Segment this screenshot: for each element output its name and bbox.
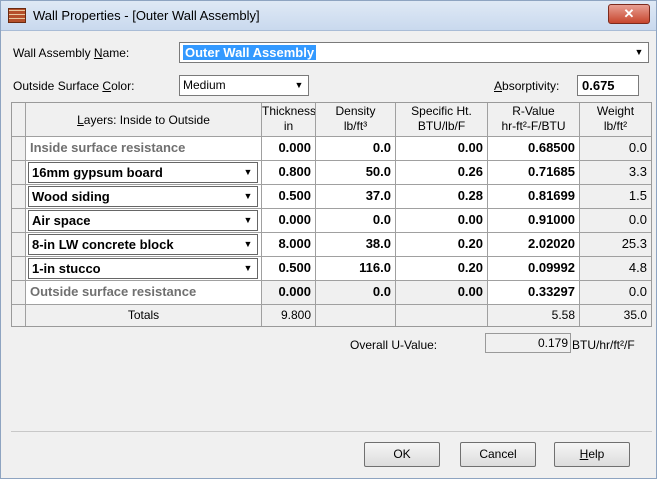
density-cell: 0.0 <box>316 281 396 305</box>
surface-color-value: Medium <box>183 78 226 92</box>
divider <box>11 431 652 432</box>
weight-cell: 3.3 <box>580 161 651 185</box>
weight-cell: 0.0 <box>580 281 651 305</box>
cancel-button[interactable]: Cancel <box>460 442 536 467</box>
chevron-down-icon[interactable]: ▼ <box>240 236 256 253</box>
chevron-down-icon[interactable]: ▼ <box>240 260 256 277</box>
totals-label: Totals <box>26 305 262 326</box>
r-value-cell[interactable]: 0.09992 <box>488 257 580 281</box>
assembly-name-combobox[interactable]: Outer Wall Assembly ▼ <box>179 42 649 63</box>
layer-select[interactable]: Wood siding ▼ <box>28 186 258 207</box>
u-value-unit: BTU/hr/ft²/F <box>572 338 635 352</box>
header-r-value: R-Value hr-ft²-F/BTU <box>488 103 580 137</box>
surface-color-select[interactable]: Medium ▼ <box>179 75 309 96</box>
header-thickness: Thickness in <box>262 103 316 137</box>
specific-heat-cell[interactable]: 0.00 <box>396 137 488 161</box>
layer-cell: Wood siding ▼ <box>26 185 262 209</box>
row-selector[interactable] <box>12 161 26 185</box>
layer-select[interactable]: 1-in stucco ▼ <box>28 258 258 279</box>
layer-cell: 8-in LW concrete block ▼ <box>26 233 262 257</box>
chevron-down-icon[interactable]: ▼ <box>631 44 647 61</box>
layer-cell: 1-in stucco ▼ <box>26 257 262 281</box>
wall-properties-window: Wall Properties - [Outer Wall Assembly] … <box>0 0 657 479</box>
r-value-cell[interactable]: 2.02020 <box>488 233 580 257</box>
thickness-cell[interactable]: 0.800 <box>262 161 316 185</box>
thickness-cell[interactable]: 0.500 <box>262 185 316 209</box>
chevron-down-icon[interactable]: ▼ <box>240 164 256 181</box>
surface-color-label: Outside Surface Color: <box>13 79 135 93</box>
r-value-cell[interactable]: 0.71685 <box>488 161 580 185</box>
density-cell[interactable]: 0.0 <box>316 209 396 233</box>
row-selector <box>12 305 26 326</box>
chevron-down-icon[interactable]: ▼ <box>240 212 256 229</box>
r-value-cell[interactable]: 0.33297 <box>488 281 580 305</box>
layer-cell: Air space ▼ <box>26 209 262 233</box>
row-selector[interactable] <box>12 281 26 305</box>
layer-name-inside: Inside surface resistance <box>26 137 262 161</box>
density-cell[interactable]: 116.0 <box>316 257 396 281</box>
totals-weight: 35.0 <box>580 305 651 326</box>
layer-cell: 16mm gypsum board ▼ <box>26 161 262 185</box>
density-cell[interactable]: 37.0 <box>316 185 396 209</box>
close-button[interactable]: ✕ <box>608 4 650 24</box>
totals-specific-heat <box>396 305 488 326</box>
totals-density <box>316 305 396 326</box>
row-selector[interactable] <box>12 185 26 209</box>
u-value-label: Overall U-Value: <box>350 338 438 352</box>
layer-name-outside: Outside surface resistance <box>26 281 262 305</box>
r-value-cell[interactable]: 0.68500 <box>488 137 580 161</box>
title-bar[interactable]: Wall Properties - [Outer Wall Assembly] … <box>1 1 656 31</box>
specific-heat-cell: 0.00 <box>396 281 488 305</box>
absorptivity-label: Absorptivity: <box>494 79 560 93</box>
layer-select[interactable]: Air space ▼ <box>28 210 258 231</box>
row-header-corner <box>12 103 26 137</box>
weight-cell: 1.5 <box>580 185 651 209</box>
specific-heat-cell[interactable]: 0.28 <box>396 185 488 209</box>
header-layers: Layers: Inside to Outside <box>26 103 262 137</box>
weight-cell: 4.8 <box>580 257 651 281</box>
thickness-cell[interactable]: 0.000 <box>262 209 316 233</box>
totals-thickness: 9.800 <box>262 305 316 326</box>
row-selector[interactable] <box>12 233 26 257</box>
thickness-cell[interactable]: 8.000 <box>262 233 316 257</box>
chevron-down-icon[interactable]: ▼ <box>291 77 307 94</box>
window-title: Wall Properties - [Outer Wall Assembly] <box>33 8 260 23</box>
header-specific-heat: Specific Ht. BTU/lb/F <box>396 103 488 137</box>
r-value-cell[interactable]: 0.91000 <box>488 209 580 233</box>
thickness-cell: 0.000 <box>262 281 316 305</box>
weight-cell: 0.0 <box>580 137 651 161</box>
assembly-name-value: Outer Wall Assembly <box>183 45 317 60</box>
assembly-name-label: Wall Assembly Name: <box>13 46 130 60</box>
row-selector[interactable] <box>12 257 26 281</box>
help-button[interactable]: Help <box>554 442 630 467</box>
layer-select[interactable]: 8-in LW concrete block ▼ <box>28 234 258 255</box>
ok-button[interactable]: OK <box>364 442 440 467</box>
chevron-down-icon[interactable]: ▼ <box>240 188 256 205</box>
specific-heat-cell[interactable]: 0.20 <box>396 233 488 257</box>
row-selector[interactable] <box>12 137 26 161</box>
thickness-cell[interactable]: 0.500 <box>262 257 316 281</box>
header-density: Density lb/ft³ <box>316 103 396 137</box>
weight-cell: 0.0 <box>580 209 651 233</box>
row-selector[interactable] <box>12 209 26 233</box>
header-weight: Weight lb/ft² <box>580 103 651 137</box>
layer-select[interactable]: 16mm gypsum board ▼ <box>28 162 258 183</box>
specific-heat-cell[interactable]: 0.20 <box>396 257 488 281</box>
density-cell[interactable]: 0.0 <box>316 137 396 161</box>
density-cell[interactable]: 50.0 <box>316 161 396 185</box>
u-value-output: 0.179 <box>485 333 571 353</box>
density-cell[interactable]: 38.0 <box>316 233 396 257</box>
brick-wall-icon <box>8 8 26 23</box>
absorptivity-input[interactable]: 0.675 <box>577 75 639 96</box>
r-value-cell[interactable]: 0.81699 <box>488 185 580 209</box>
thickness-cell[interactable]: 0.000 <box>262 137 316 161</box>
weight-cell: 25.3 <box>580 233 651 257</box>
specific-heat-cell[interactable]: 0.00 <box>396 209 488 233</box>
layers-table: Layers: Inside to Outside Thickness in De… <box>11 102 652 327</box>
totals-r-value: 5.58 <box>488 305 580 326</box>
specific-heat-cell[interactable]: 0.26 <box>396 161 488 185</box>
